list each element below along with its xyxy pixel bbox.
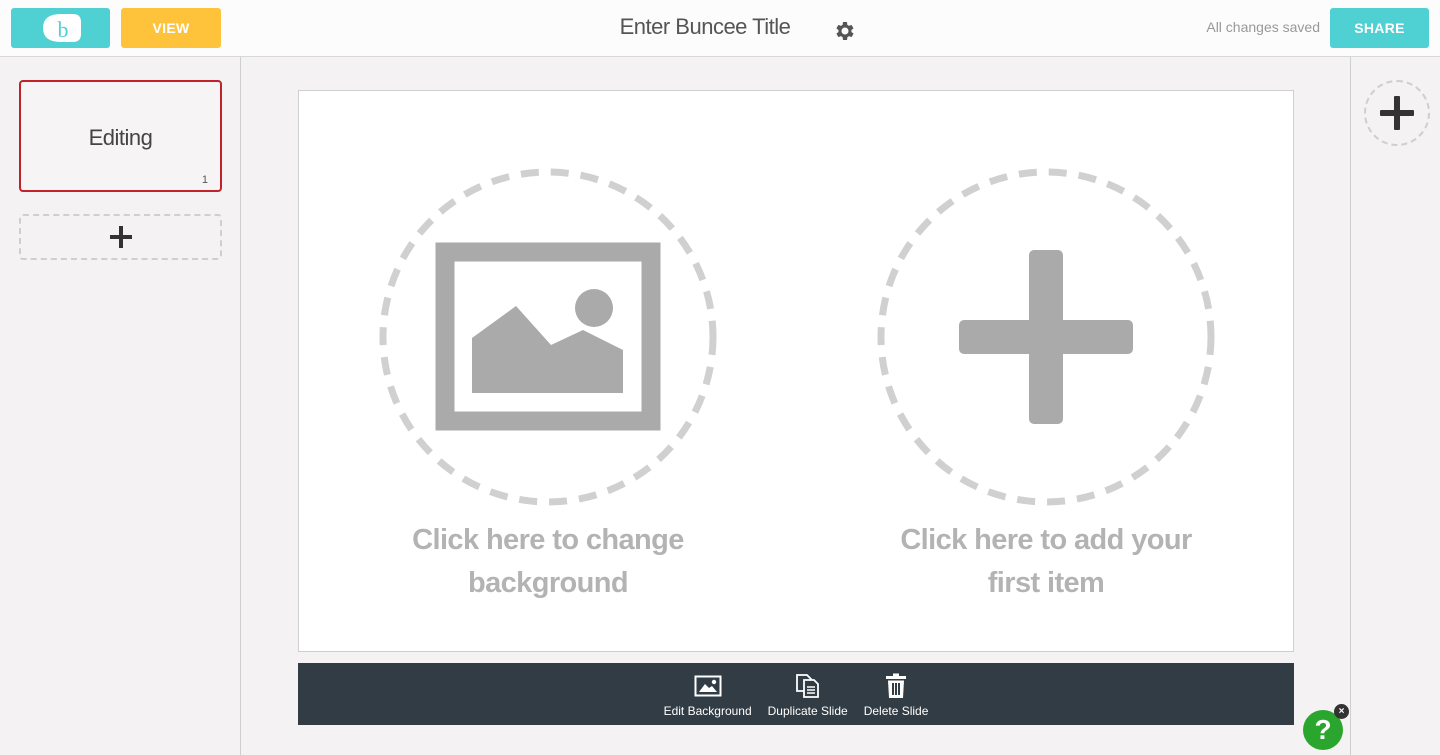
plus-icon — [1380, 96, 1414, 130]
delete-slide-label: Delete Slide — [863, 704, 929, 718]
svg-text:b: b — [57, 17, 68, 42]
editor-area: Click here to change background Click he… — [242, 57, 1350, 755]
change-background-text: Click here to change background — [299, 519, 797, 605]
right-sidebar — [1350, 57, 1440, 755]
slide-toolbar: Edit Background Duplicate Slide Delete S… — [298, 663, 1294, 725]
top-header: b VIEW Enter Buncee Title All changes sa… — [0, 0, 1440, 57]
plus-icon — [877, 168, 1215, 506]
save-status: All changes saved — [1206, 19, 1320, 35]
slide-thumbnail-label: Editing — [88, 125, 153, 150]
slide-number: 1 — [201, 174, 208, 186]
duplicate-icon — [795, 674, 819, 698]
image-icon — [694, 675, 722, 697]
help-close-button[interactable]: × — [1334, 704, 1349, 719]
add-item-button[interactable] — [1364, 80, 1430, 146]
change-background-line-1: Click here to change — [412, 524, 684, 556]
add-item-line-1: Click here to add your — [900, 524, 1192, 556]
edit-background-button[interactable]: Edit Background — [664, 663, 752, 718]
plus-icon — [109, 226, 132, 248]
add-item-zone[interactable]: Click here to add your first item — [797, 91, 1295, 651]
share-button[interactable]: SHARE — [1330, 8, 1429, 48]
image-icon — [379, 168, 717, 506]
slide-canvas: Click here to change background Click he… — [298, 90, 1294, 652]
logo-button[interactable]: b — [11, 8, 110, 48]
duplicate-slide-label: Duplicate Slide — [767, 704, 848, 718]
slide-sidebar: Editing 1 — [0, 57, 241, 755]
view-button[interactable]: VIEW — [121, 8, 221, 48]
gear-icon[interactable] — [833, 19, 857, 43]
duplicate-slide-button[interactable]: Duplicate Slide — [768, 663, 848, 718]
add-item-line-2: first item — [987, 567, 1105, 599]
slide-thumbnail[interactable]: Editing 1 — [19, 80, 222, 192]
edit-background-label: Edit Background — [663, 704, 752, 718]
presentation-title[interactable]: Enter Buncee Title — [590, 14, 820, 40]
delete-slide-button[interactable]: Delete Slide — [863, 663, 929, 718]
change-background-zone[interactable]: Click here to change background — [299, 91, 797, 651]
add-item-text: Click here to add your first item — [797, 519, 1295, 605]
trash-icon — [886, 673, 907, 698]
add-slide-button[interactable] — [19, 214, 222, 260]
change-background-line-2: background — [468, 567, 629, 599]
buncee-logo-icon: b — [42, 14, 81, 42]
